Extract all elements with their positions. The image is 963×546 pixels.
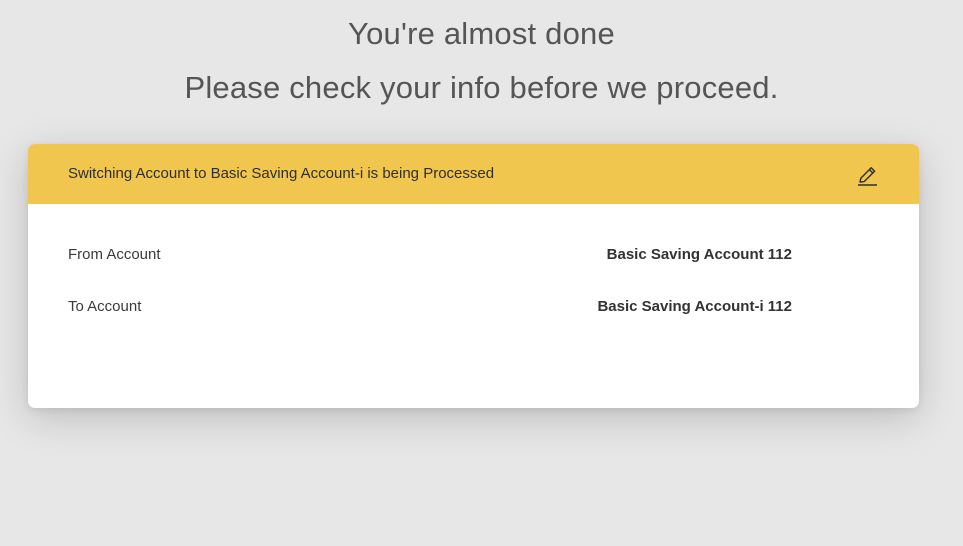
page-title: You're almost done (348, 16, 615, 51)
page-subtitle: Please check your info before we proceed… (184, 70, 779, 105)
to-account-label: To Account (68, 298, 142, 315)
from-account-label: From Account (68, 246, 161, 263)
pencil-icon (858, 167, 877, 186)
edit-button[interactable] (856, 164, 880, 188)
to-account-value: Basic Saving Account-i 112 (597, 298, 792, 315)
card-header-text: Switching Account to Basic Saving Accoun… (68, 165, 495, 182)
from-account-value: Basic Saving Account 112 (606, 246, 792, 263)
card-header: Switching Account to Basic Saving Accoun… (28, 144, 919, 204)
review-card: Switching Account to Basic Saving Accoun… (28, 144, 919, 408)
